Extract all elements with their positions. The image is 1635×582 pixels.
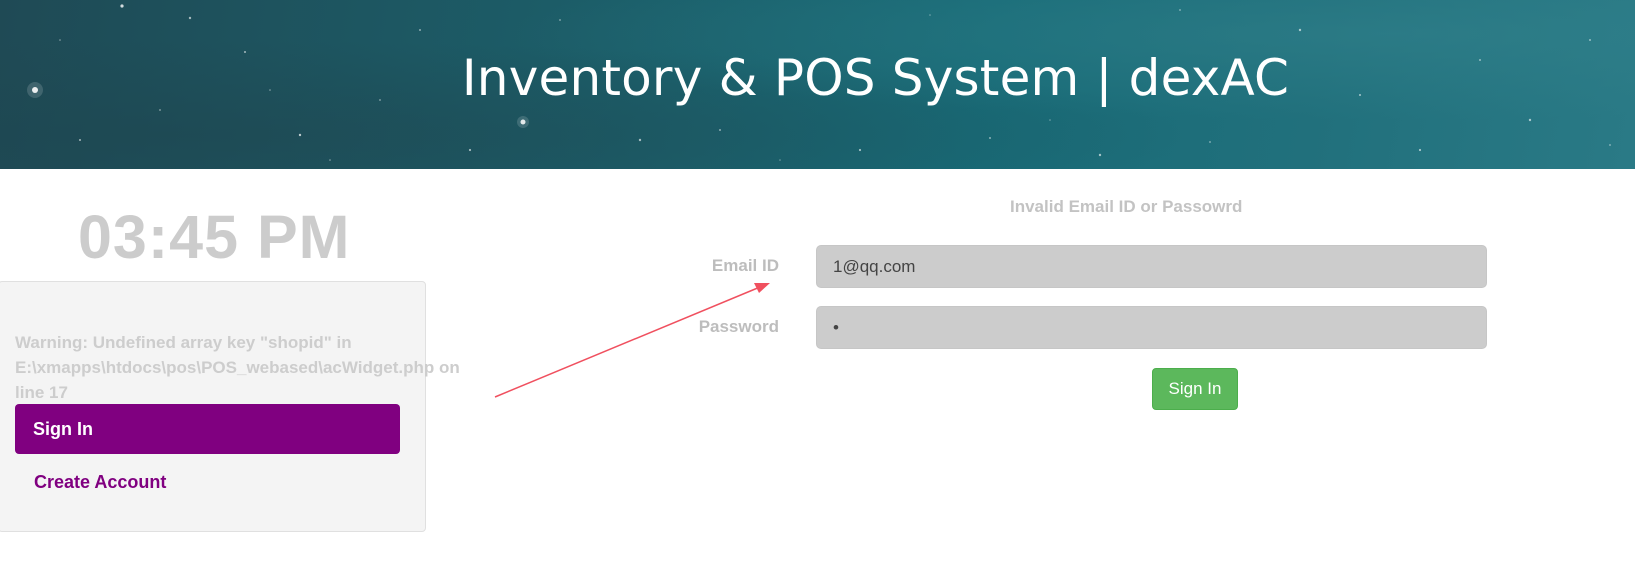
- sign-in-submit-button[interactable]: Sign In: [1152, 368, 1238, 410]
- widget-sign-in-button[interactable]: Sign In: [15, 404, 400, 454]
- page: Inventory & POS System | dexAC 03:45 PM …: [0, 0, 1635, 582]
- password-field[interactable]: [816, 306, 1487, 349]
- login-error-message: Invalid Email ID or Passowrd: [1010, 197, 1243, 216]
- create-account-link[interactable]: Create Account: [34, 470, 166, 494]
- password-label: Password: [698, 317, 779, 336]
- app-title: Inventory & POS System | dexAC: [461, 49, 1290, 107]
- email-label: Email ID: [711, 256, 779, 275]
- header-banner: Inventory & POS System | dexAC: [0, 0, 1635, 169]
- clock-display: 03:45 PM: [78, 203, 351, 271]
- email-field[interactable]: [816, 245, 1487, 288]
- php-warning-message: Warning: Undefined array key "shopid" in…: [15, 333, 460, 402]
